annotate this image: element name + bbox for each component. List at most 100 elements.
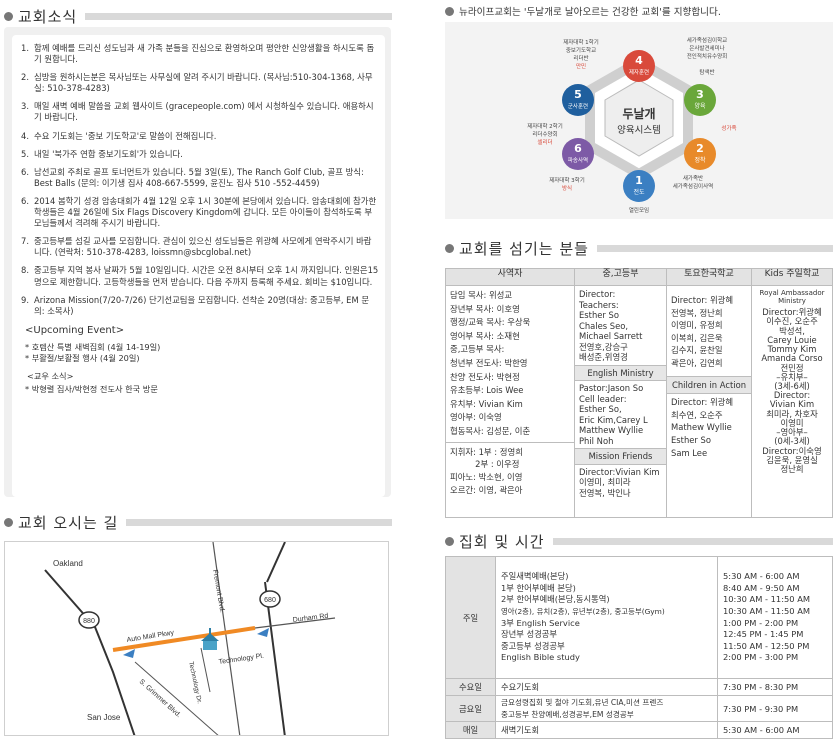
node-number: 2 bbox=[696, 142, 704, 155]
bullet-icon bbox=[445, 244, 454, 253]
news-box: 1. 함께 예배를 드리신 성도님과 새 가족 분들을 진심으로 환영하오며 평안… bbox=[4, 27, 391, 497]
schedule-day: 주일 bbox=[445, 556, 496, 679]
news-item-text: 중고등부 지역 봉사 날짜가 5월 10일입니다. 시간은 오전 8시부터 오후… bbox=[34, 265, 379, 287]
schedule-item-time: 5:30 AM - 6:00 AM bbox=[723, 571, 800, 582]
map-label-technology-dr: Technology Dr. bbox=[187, 661, 203, 705]
node-1-circle: 1전도 bbox=[623, 170, 655, 202]
schedule-names: 금요성령집회 및 철야 기도회,유년 CIA,미션 프렌즈 중고등부 찬양예배,… bbox=[495, 695, 718, 722]
schedule-names: 주일새벽예배(본당) 1부 한어부예배 본당) 2부 한어부예배(본당,동시통역… bbox=[495, 556, 718, 679]
schedule-title: 집회 및 시간 bbox=[459, 533, 545, 551]
member-news-item: * 박형렬 집사/박현정 전도사 한국 방문 bbox=[25, 383, 158, 394]
freeway-680-shield-icon: 680 bbox=[259, 590, 281, 608]
staff-col-header: 중,고등부 bbox=[574, 268, 667, 286]
schedule-row: 매일 새벽기도회 5:30 AM - 6:00 AM bbox=[445, 721, 833, 739]
staff-entry: Royal Ambassador bbox=[759, 289, 825, 297]
staff-entry: Ministry bbox=[778, 297, 806, 306]
news-item: 1. 함께 예배를 드리신 성도님과 새 가족 분들을 진심으로 환영하오며 평안… bbox=[21, 43, 379, 65]
news-content: 1. 함께 예배를 드리신 성도님과 새 가족 분들을 진심으로 환영하오며 평안… bbox=[12, 35, 385, 497]
schedule-item-name: 주일새벽예배(본당) bbox=[501, 571, 569, 582]
schedule-item-name: 중고등부 찬양예배,성경공부,EM 성경공부 bbox=[501, 709, 634, 719]
staff-entry: 정난희 bbox=[780, 464, 804, 475]
news-item-number: 2. bbox=[21, 72, 29, 83]
schedule-item-time: 2:00 PM - 3:00 PM bbox=[723, 652, 799, 663]
vision-text: 뉴라이프교회는 '두날개로 날아오르는 건강한 교회'를 지향합니다. bbox=[459, 7, 721, 18]
schedule-day: 수요일 bbox=[445, 678, 496, 696]
diagram-note: 중보기도학교 bbox=[566, 46, 596, 54]
staff-entry: 장년부 목사: 이호영 bbox=[450, 303, 520, 314]
schedule-item-time: 11:50 AM - 12:50 PM bbox=[723, 640, 810, 651]
directions-map: 880 680 Oakland San Jose Fremont Blvd. A… bbox=[4, 541, 389, 736]
schedule-item-time: 7:30 PM - 9:30 PM bbox=[717, 695, 833, 722]
staff-entry: Eric Kim,Carey L bbox=[579, 414, 648, 425]
news-section-header: 교회소식 bbox=[4, 6, 392, 27]
staff-entry: 유초등부: Lois Wee bbox=[450, 385, 524, 396]
church-marker-icon bbox=[201, 628, 219, 650]
node-label: 정착 bbox=[694, 156, 706, 164]
news-item: 2. 심방을 원하시는분은 목사님또는 사무실에 알려 주시기 바랍니다. (목사… bbox=[21, 72, 379, 94]
directions-section-header: 교회 오시는 길 bbox=[4, 512, 392, 533]
staff-entry: 전영호,강승구 bbox=[579, 341, 628, 352]
news-item-text: 내일 '북가주 연합 중보기도회'가 있습니다. bbox=[34, 148, 183, 159]
schedule-item-name: 3부 English Service bbox=[501, 617, 580, 628]
shield-680-label: 680 bbox=[264, 597, 276, 604]
news-item: 8. 중고등부 지역 봉사 날짜가 5월 10일입니다. 시간은 오전 8시부터 … bbox=[21, 265, 379, 287]
news-item-number: 5. bbox=[21, 148, 29, 159]
staff-entry: 행정/교육 목사: 우상욱 bbox=[450, 317, 531, 328]
news-item-number: 8. bbox=[21, 265, 29, 276]
schedule-item-time: 5:30 AM - 6:00 AM bbox=[717, 721, 833, 739]
diagram-note: 제자대학 1학기 bbox=[563, 38, 599, 46]
staff-entry: Director: 위광혜 bbox=[671, 397, 734, 408]
diagram-note: 새가족반 bbox=[683, 174, 703, 182]
staff-entry: 이복희, 김은욱 bbox=[671, 332, 723, 343]
node-label: 파송사역 bbox=[568, 156, 588, 164]
news-item-number: 3. bbox=[21, 101, 29, 112]
diagram-note-accent: 만민 bbox=[576, 62, 586, 70]
staff-entry: Esther So bbox=[579, 310, 619, 320]
diagram-note: 리더반 bbox=[573, 54, 588, 62]
node-number: 3 bbox=[696, 88, 704, 101]
diagram-center-line2: 양육시스템 bbox=[617, 124, 661, 136]
schedule-item-name: 1부 한어부예배 본당) bbox=[501, 582, 576, 593]
schedule-item-name: 수요기도회 bbox=[495, 678, 718, 696]
staff-saturday-school-cell: Director: 위광혜 전영복, 정난희 이영미, 유정희 이복희, 김은욱… bbox=[666, 285, 752, 518]
map-label-technology-pl: Technology Pl. bbox=[218, 653, 264, 666]
map-label-san-jose: San Jose bbox=[87, 713, 121, 722]
staff-entry: Esther So bbox=[671, 435, 711, 446]
staff-entry: Matthew Wyllie bbox=[579, 425, 644, 435]
staff-body-row: 담임 목사: 위성교 장년부 목사: 이호영 행정/교육 목사: 우상욱 영어부… bbox=[445, 285, 833, 518]
staff-entry: 배성준,위영경 bbox=[579, 352, 628, 362]
shield-880-label: 880 bbox=[83, 618, 95, 625]
staff-entry: Phil Noh bbox=[579, 435, 614, 446]
diagram-note: 세가족섬김이학교 bbox=[687, 36, 727, 44]
header-bar bbox=[126, 519, 392, 526]
node-label: 전도 bbox=[633, 188, 645, 196]
diagram-note: 제자대학 2학기 bbox=[527, 122, 563, 130]
staff-entry: 곽은아, 김연희 bbox=[671, 358, 723, 369]
freeway-680-north-road bbox=[266, 542, 286, 583]
freeway-880-shield-icon: 880 bbox=[78, 611, 100, 629]
news-title: 교회소식 bbox=[18, 8, 78, 26]
staff-entry: 김수지, 윤찬일 bbox=[671, 345, 723, 356]
schedule-item-time: 12:45 PM - 1:45 PM bbox=[723, 629, 804, 640]
schedule-row: 주일 주일새벽예배(본당) 1부 한어부예배 본당) 2부 한어부예배(본당,동… bbox=[445, 556, 833, 679]
node-4-circle: 4제자훈련 bbox=[623, 50, 655, 82]
staff-entry: Director:Vivian Kim bbox=[579, 466, 660, 477]
diagram-note: 전인적치유수양회 bbox=[687, 52, 727, 60]
news-item: 6. 남선교회 주최로 골프 토너먼트가 있습니다. 5월 3일(토), The … bbox=[21, 167, 379, 189]
news-item: 4. 수요 기도회는 '중보 기도학교'로 말씀이 전해집니다. bbox=[21, 131, 379, 142]
staff-entry: Michael Sarrett bbox=[579, 331, 643, 341]
staff-entry: Sam Lee bbox=[671, 447, 708, 458]
node-number: 1 bbox=[635, 174, 643, 187]
diagram-note: 세가족섬김이사역 bbox=[673, 182, 713, 190]
news-item-number: 6. bbox=[21, 195, 29, 206]
news-item-text: 매일 새벽 예배 말씀을 교회 웹사이트 (gracepeople.com) 에… bbox=[34, 101, 374, 123]
staff-entry: Mathew Wyllie bbox=[671, 422, 732, 433]
technology-dr-road bbox=[200, 647, 211, 693]
staff-entry: Teachers: bbox=[579, 299, 619, 310]
staff-section-header: 교회를 섬기는 분들 bbox=[445, 238, 833, 259]
news-item-text: 수요 기도회는 '중보 기도학교'로 말씀이 전해집니다. bbox=[34, 130, 217, 141]
staff-entry: 중,고등부 목사: bbox=[450, 344, 505, 355]
header-bar bbox=[552, 538, 833, 545]
staff-youth-cell: Director: Teachers: Esther So Chales Seo… bbox=[574, 285, 667, 518]
staff-entry: 유치부: Vivian Kim bbox=[450, 398, 523, 409]
